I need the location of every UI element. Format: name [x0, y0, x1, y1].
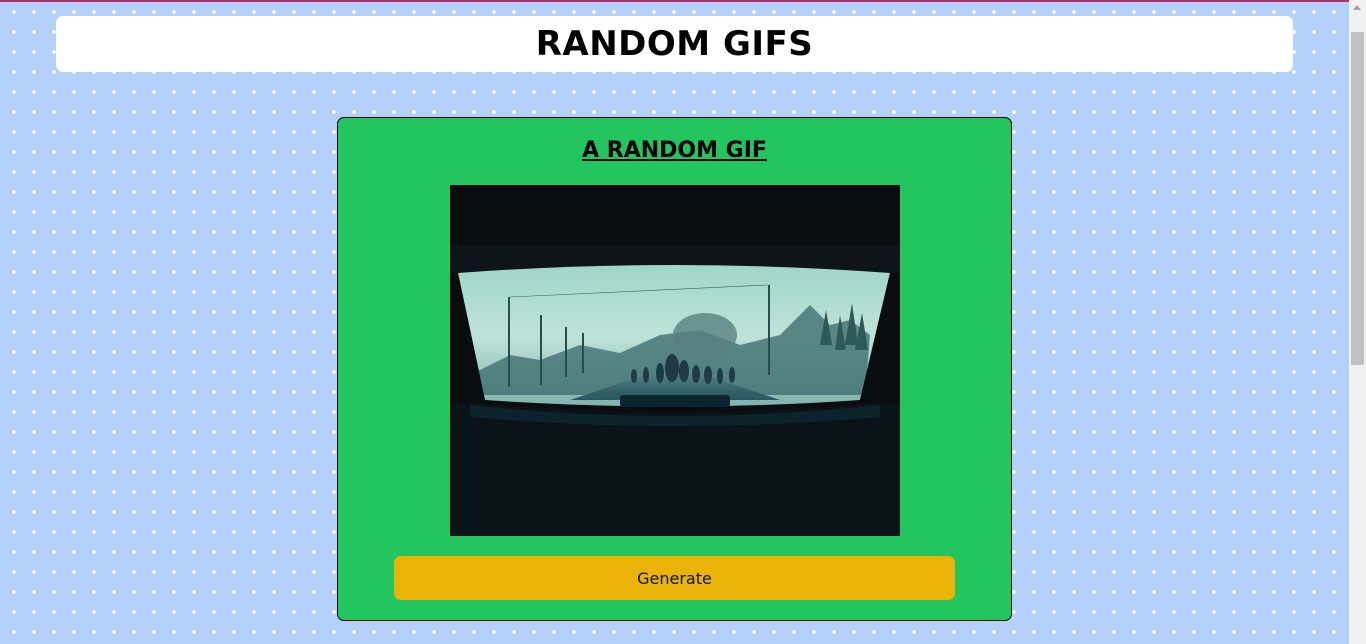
page-header: RANDOM GIFS [56, 16, 1293, 72]
scrollbar-thumb[interactable] [1351, 32, 1364, 365]
page-title: RANDOM GIFS [535, 24, 814, 64]
gif-image [450, 185, 900, 536]
chevron-up-icon[interactable] [1353, 5, 1361, 10]
top-accent-line [0, 0, 1366, 2]
generate-button[interactable]: Generate [394, 556, 955, 600]
vertical-scrollbar[interactable] [1349, 0, 1366, 644]
card-title: A RANDOM GIF [582, 138, 767, 163]
gif-scene [450, 185, 900, 536]
random-gif-card: A RANDOM GIF Generate [337, 117, 1012, 621]
